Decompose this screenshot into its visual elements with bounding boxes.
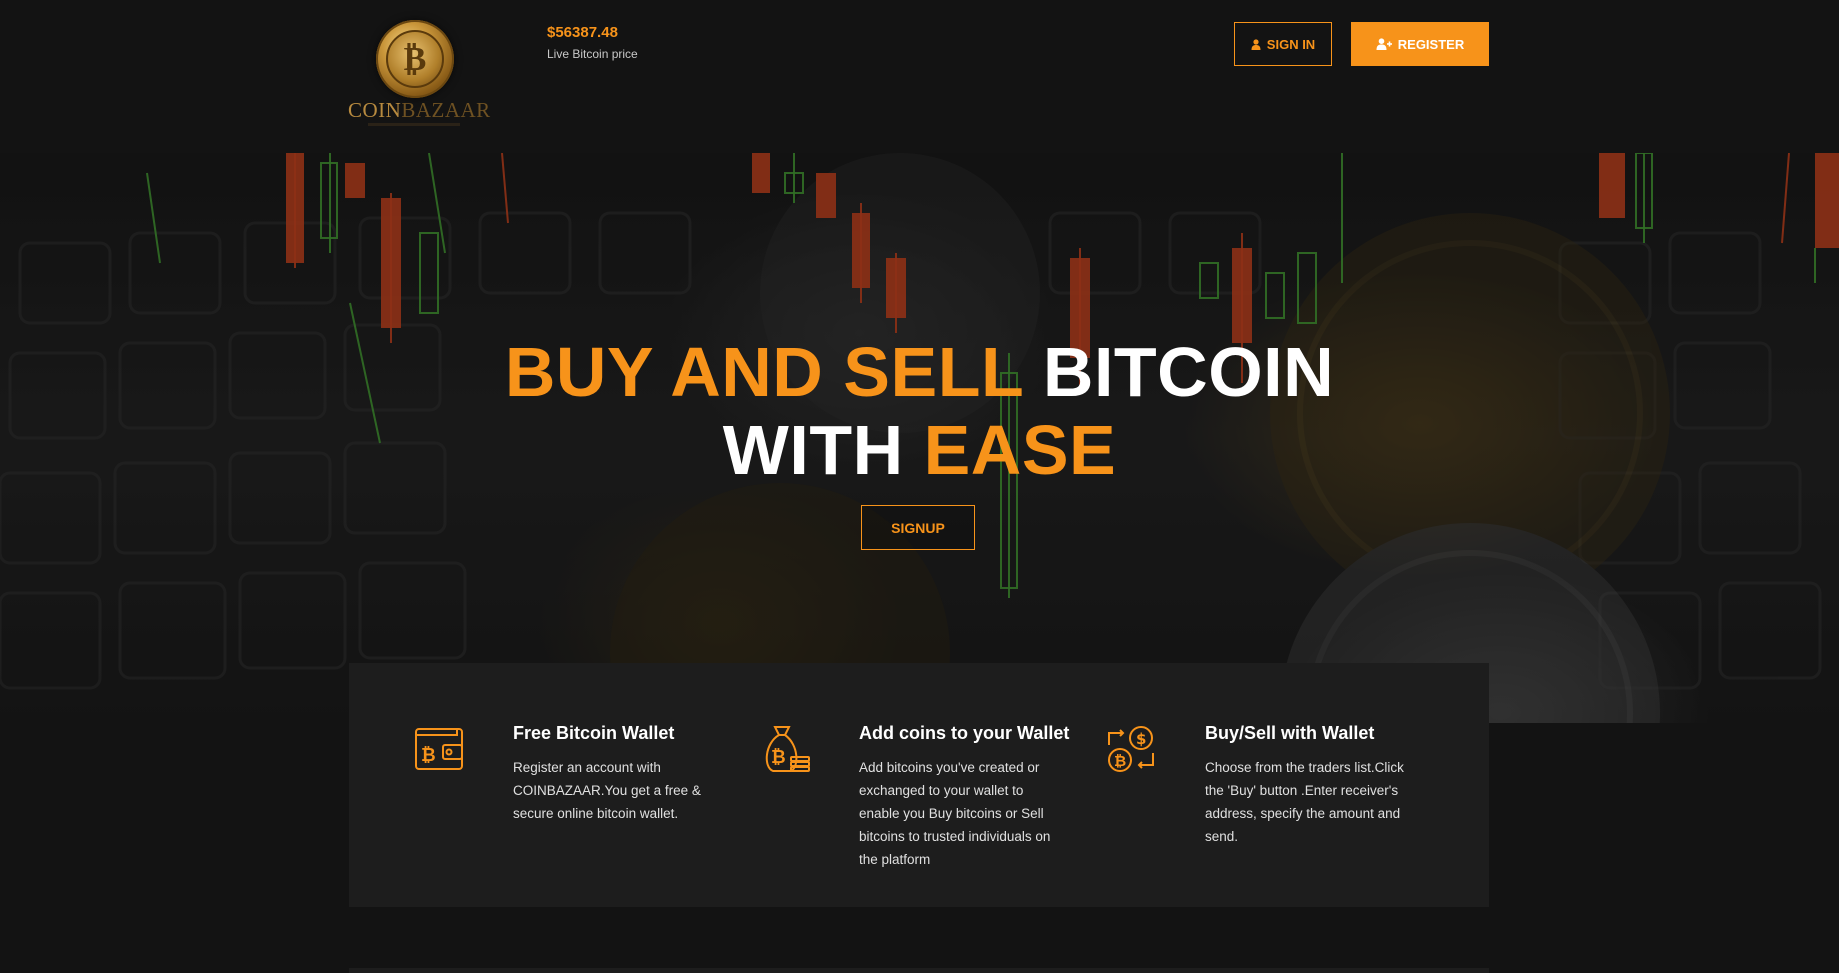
hero-line1-white: BITCOIN [1042, 333, 1335, 411]
hero-line-1: BUY AND SELL BITCOIN [0, 333, 1839, 411]
svg-text:$: $ [1136, 730, 1146, 748]
live-price-widget: $56387.48 Live Bitcoin price [547, 24, 638, 61]
feature-text: Register an account with COINBAZAAR.You … [513, 760, 701, 821]
hero-line2-orange: EASE [923, 411, 1117, 489]
hero-line1-orange: BUY AND SELL [504, 333, 1023, 411]
bitcoin-price-value: $56387.48 [547, 24, 618, 41]
logo-wordmark: COINBAZAAR [348, 98, 490, 123]
feature-card: $ ₿ Buy/Sell with Wallet Choose from the… [1041, 663, 1404, 907]
svg-text:₿: ₿ [771, 747, 786, 768]
logo-text-right: BAZAAR [401, 98, 491, 122]
sign-in-label: SIGN IN [1266, 36, 1316, 52]
hero-headline: BUY AND SELL BITCOIN WITH EASE [0, 333, 1839, 489]
logo-underline [368, 123, 460, 126]
features-panel: ₿ Free Bitcoin Wallet Register an accoun… [349, 663, 1489, 907]
bitcoin-price-label: Live Bitcoin price [547, 47, 638, 61]
sign-in-button[interactable]: SIGN IN [1234, 22, 1332, 66]
feature-title: Add coins to your Wallet [859, 723, 1070, 743]
bitcoin-coin-icon: ₿ [376, 20, 454, 98]
logo-text-left: COIN [348, 98, 402, 122]
svg-text:₿: ₿ [421, 745, 436, 766]
feature-text: Add bitcoins you've created or exchanged… [859, 760, 1051, 867]
feature-card: ₿ Free Bitcoin Wallet Register an accoun… [349, 663, 701, 907]
register-label: REGISTER [1397, 36, 1465, 52]
svg-text:₿: ₿ [1114, 752, 1126, 770]
user-plus-icon [1376, 38, 1392, 50]
register-button[interactable]: REGISTER [1351, 22, 1489, 66]
bitcoin-moneybag-icon: ₿ [765, 726, 810, 772]
feature-title: Free Bitcoin Wallet [513, 723, 675, 743]
hero-line2-white: WITH [722, 411, 904, 489]
hero-line-2: WITH EASE [0, 411, 1839, 489]
signup-button[interactable]: SIGNUP [861, 505, 975, 550]
feature-title: Buy/Sell with Wallet [1205, 723, 1375, 743]
next-section-edge [349, 968, 1489, 973]
bitcoin-exchange-icon: $ ₿ [1108, 726, 1154, 772]
site-header: ₿ COINBAZAAR $56387.48 Live Bitcoin pric… [0, 0, 1839, 153]
user-icon [1251, 38, 1261, 50]
feature-card: ₿ Add coins to your Wallet Add bitcoins … [695, 663, 1069, 907]
coinbazaar-logo[interactable]: ₿ COINBAZAAR [348, 20, 490, 128]
hero-banner: BUY AND SELL BITCOIN WITH EASE SIGNUP [0, 153, 1839, 723]
bitcoin-wallet-icon: ₿ [415, 728, 463, 770]
coin-symbol: ₿ [386, 30, 444, 88]
feature-text: Choose from the traders list.Click the '… [1205, 760, 1404, 844]
